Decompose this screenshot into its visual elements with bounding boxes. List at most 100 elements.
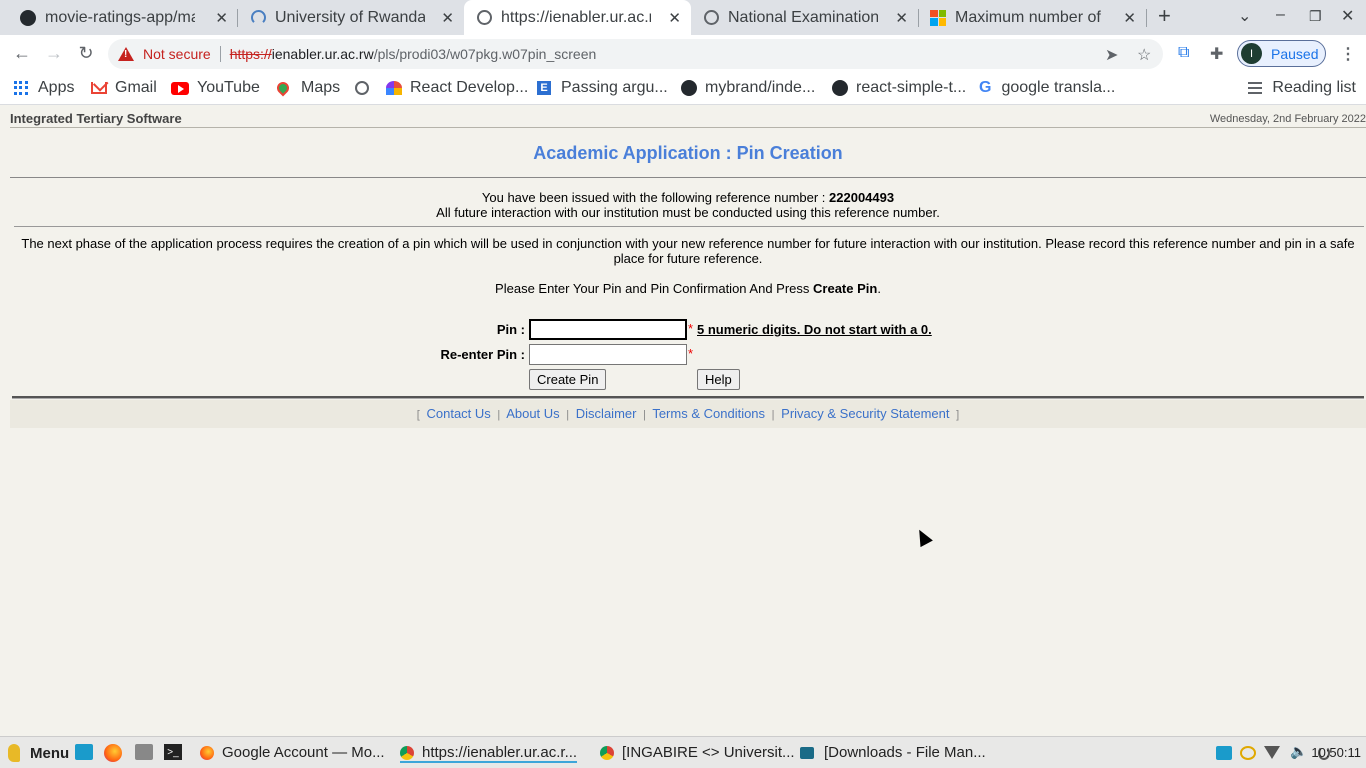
globe-icon bbox=[703, 10, 719, 26]
please-enter-line: Please Enter Your Pin and Pin Confirmati… bbox=[10, 281, 1366, 296]
close-window-icon[interactable]: ✕ bbox=[1341, 6, 1354, 26]
close-icon[interactable]: ✕ bbox=[895, 9, 908, 27]
terms-conditions-link[interactable]: Terms & Conditions bbox=[652, 406, 765, 421]
tab-title: National Examination a bbox=[728, 8, 878, 26]
divider bbox=[10, 177, 1366, 178]
bookmark-react-develop[interactable]: React Develop... bbox=[386, 79, 528, 97]
taskbar-window-google-account[interactable]: Google Account — Mo... bbox=[200, 744, 385, 761]
tab-title: University of Rwanda bbox=[275, 8, 425, 26]
tab-national-examination[interactable]: National Examination a ✕ bbox=[691, 0, 918, 35]
firefox-icon bbox=[200, 745, 214, 760]
page-title: Academic Application : Pin Creation bbox=[533, 143, 843, 163]
not-secure-label[interactable]: Not secure bbox=[143, 46, 211, 62]
close-icon[interactable]: ✕ bbox=[215, 9, 228, 27]
tab-separator bbox=[1146, 9, 1147, 27]
footer-links: [ Contact Us | About Us | Disclaimer | T… bbox=[10, 400, 1366, 428]
profile-status: Paused bbox=[1271, 45, 1319, 62]
window-title: [INGABIRE <> Universit... bbox=[622, 744, 795, 761]
reading-list-icon bbox=[1248, 82, 1263, 94]
forward-icon[interactable]: → bbox=[43, 43, 65, 64]
bookmark-globe[interactable] bbox=[355, 81, 369, 95]
address-bar[interactable]: Not secure https:// ienabler.ur.ac.rw /p… bbox=[108, 39, 1163, 69]
taskbar-window-ienabler[interactable]: https://ienabler.ur.ac.r... bbox=[400, 744, 578, 763]
bookmark-label: react-simple-t... bbox=[856, 79, 967, 96]
taskbar-window-downloads[interactable]: [Downloads - File Man... bbox=[800, 744, 986, 761]
profile-button[interactable]: I Paused bbox=[1237, 40, 1326, 67]
github-icon bbox=[681, 80, 697, 96]
wifi-icon[interactable] bbox=[1264, 746, 1280, 759]
create-pin-button[interactable]: Create Pin bbox=[529, 369, 607, 390]
kebab-menu-icon[interactable]: ⋮ bbox=[1340, 44, 1356, 64]
contact-us-link[interactable]: Contact Us bbox=[426, 406, 490, 421]
tray-update-icon[interactable] bbox=[1240, 746, 1256, 760]
omnibox-divider bbox=[219, 46, 221, 62]
close-icon[interactable]: ✕ bbox=[1123, 9, 1136, 27]
mint-logo-icon bbox=[8, 744, 20, 762]
pin-label: Pin : bbox=[496, 322, 525, 337]
chrome-icon bbox=[400, 745, 414, 760]
bookmark-maps[interactable]: Maps bbox=[274, 79, 341, 97]
bookmark-label: google transla... bbox=[1001, 79, 1116, 96]
firefox-launcher-icon[interactable] bbox=[104, 744, 122, 762]
back-icon[interactable]: ← bbox=[11, 43, 33, 64]
required-mark: * bbox=[688, 346, 694, 361]
bookmark-label: Maps bbox=[301, 79, 341, 96]
reenter-pin-input[interactable] bbox=[529, 344, 687, 365]
tab-title: Maximum number of c bbox=[955, 8, 1105, 26]
bookmark-gmail[interactable]: Gmail bbox=[91, 79, 157, 97]
bookmark-label: Gmail bbox=[115, 79, 157, 96]
close-icon[interactable]: ✕ bbox=[441, 9, 454, 27]
send-icon[interactable]: ➤ bbox=[1105, 45, 1118, 65]
avatar: I bbox=[1241, 43, 1262, 64]
bookmark-youtube[interactable]: YouTube bbox=[171, 79, 260, 97]
bookmark-label: YouTube bbox=[197, 79, 260, 96]
minimize-icon[interactable]: – bbox=[1276, 6, 1285, 24]
help-button[interactable]: Help bbox=[697, 369, 740, 390]
start-menu-button[interactable]: Menu bbox=[8, 744, 69, 762]
volume-icon[interactable]: 🔈 bbox=[1290, 743, 1307, 760]
tab-strip: movie-ratings-app/mai ✕ University of Rw… bbox=[0, 0, 1366, 35]
bookmark-mybrand[interactable]: mybrand/inde... bbox=[681, 79, 815, 97]
bookmark-google-translate[interactable]: G google transla... bbox=[979, 79, 1115, 97]
e-icon: E bbox=[537, 81, 551, 95]
pin-input[interactable] bbox=[529, 319, 687, 340]
tray-remote-icon[interactable] bbox=[1216, 746, 1232, 760]
taskbar-window-ingabire[interactable]: [INGABIRE <> Universit... bbox=[600, 744, 795, 761]
microsoft-icon bbox=[930, 9, 946, 26]
bookmark-apps[interactable]: Apps bbox=[14, 79, 74, 97]
privacy-security-link[interactable]: Privacy & Security Statement bbox=[781, 406, 949, 421]
bookmark-react-simple[interactable]: react-simple-t... bbox=[832, 79, 966, 97]
web-page: Integrated Tertiary Software Wednesday, … bbox=[0, 106, 1366, 735]
close-icon[interactable]: ✕ bbox=[668, 9, 681, 27]
please-prefix: Please Enter Your Pin and Pin Confirmati… bbox=[495, 281, 814, 296]
gmail-icon bbox=[91, 82, 107, 94]
file-manager-launcher-icon[interactable] bbox=[135, 744, 153, 760]
tab-search-icon[interactable]: ⌄ bbox=[1238, 6, 1251, 26]
bookmark-passing-argu[interactable]: E Passing argu... bbox=[537, 79, 668, 97]
footer-separator: | bbox=[771, 409, 775, 421]
clock[interactable]: 10:50:11 bbox=[1311, 745, 1361, 760]
footer-separator: | bbox=[497, 409, 501, 421]
footer-bracket: [ bbox=[416, 409, 420, 421]
translate-extension-icon[interactable]: ⧉ bbox=[1178, 44, 1189, 62]
reenter-pin-label: Re-enter Pin : bbox=[440, 347, 525, 362]
globe-icon bbox=[355, 81, 369, 95]
show-desktop-icon[interactable] bbox=[75, 744, 93, 760]
about-us-link[interactable]: About Us bbox=[506, 406, 559, 421]
bookmark-star-icon[interactable]: ☆ bbox=[1137, 45, 1151, 65]
tab-maximum-number[interactable]: Maximum number of c ✕ bbox=[918, 0, 1146, 35]
tab-movie-ratings[interactable]: movie-ratings-app/mai ✕ bbox=[8, 0, 238, 35]
bookmark-label: Apps bbox=[38, 79, 75, 96]
terminal-launcher-icon[interactable]: >_ bbox=[164, 744, 182, 760]
reading-list-button[interactable]: Reading list bbox=[1248, 79, 1356, 97]
tab-university-of-rwanda[interactable]: University of Rwanda ✕ bbox=[238, 0, 464, 35]
bookmark-label: Passing argu... bbox=[561, 79, 668, 96]
new-tab-button[interactable]: + bbox=[1158, 3, 1171, 29]
url-scheme: https:// bbox=[229, 46, 272, 62]
tab-ienabler[interactable]: https://ienabler.ur.ac.rw ✕ bbox=[464, 0, 691, 35]
reload-icon[interactable]: ↻ bbox=[75, 43, 97, 64]
disclaimer-link[interactable]: Disclaimer bbox=[576, 406, 637, 421]
restore-icon[interactable]: ❐ bbox=[1309, 8, 1322, 25]
divider bbox=[14, 226, 1364, 227]
extensions-puzzle-icon[interactable]: ✚ bbox=[1210, 44, 1223, 64]
